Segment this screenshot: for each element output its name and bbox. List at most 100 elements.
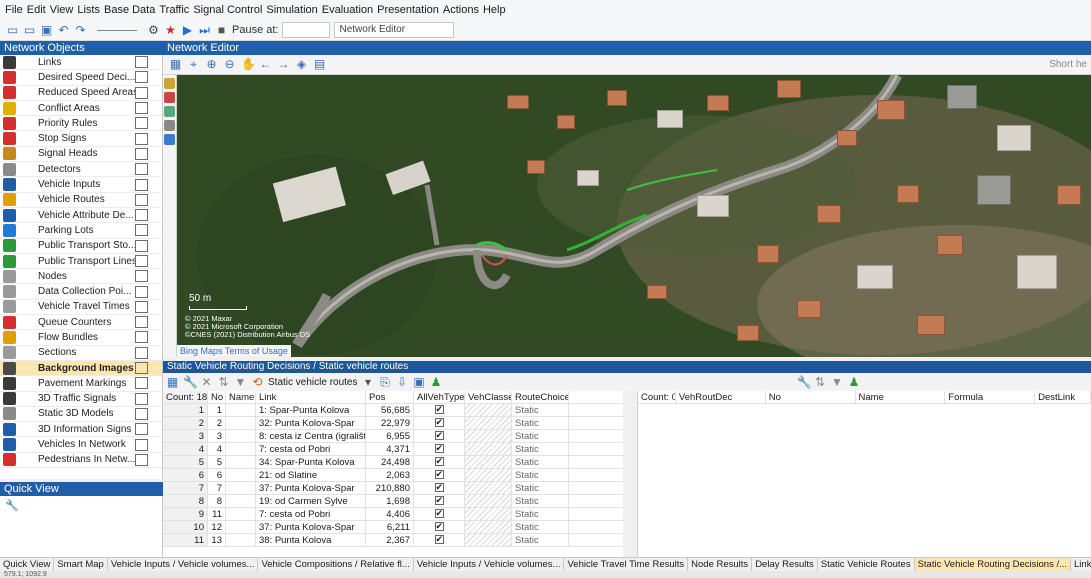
layer-color-swatch[interactable]	[135, 147, 148, 160]
column-header[interactable]: DestLink	[1035, 391, 1091, 403]
menu-item-evaluation[interactable]: Evaluation	[322, 4, 373, 16]
pause-at-input[interactable]	[282, 22, 331, 38]
table-row[interactable]: 44 7: cesta od Pobri4,371 Static	[163, 443, 623, 456]
table-cell[interactable]	[465, 430, 512, 442]
table-cell[interactable]: Static	[512, 443, 569, 455]
background-icon[interactable]: ▤	[313, 58, 326, 71]
all-veh-types-checkbox[interactable]	[414, 430, 465, 442]
back-icon[interactable]: ←	[259, 58, 272, 71]
table-cell[interactable]: 8	[208, 495, 226, 507]
table-cell[interactable]: 19: od Carmen Sylve	[256, 495, 366, 507]
table-row[interactable]: 77 37: Punta Kolova-Spar210,880 Static	[163, 482, 623, 495]
network-object-queue-counters[interactable]: Queue Counters	[0, 315, 162, 331]
checkbox-icon[interactable]	[434, 495, 444, 507]
settings-icon[interactable]: ⚙	[147, 23, 160, 37]
table-cell[interactable]: 7	[208, 482, 226, 494]
wrench-icon[interactable]: 🔧	[183, 375, 198, 389]
sort-icon[interactable]: ⇅	[217, 375, 230, 389]
table-cell[interactable]: 1	[163, 404, 208, 416]
table-cell[interactable]: Static	[512, 456, 569, 468]
network-object-flow-bundles[interactable]: Flow Bundles	[0, 330, 162, 346]
table-cell[interactable]	[226, 404, 256, 416]
3d-view-icon[interactable]: ◈	[295, 58, 308, 71]
table-row[interactable]: 66 21: od Slatine2,063 Static	[163, 469, 623, 482]
table-cell[interactable]: 32: Punta Kolova-Spar	[256, 417, 366, 429]
table-cell[interactable]: 9	[163, 508, 208, 520]
table-cell[interactable]	[465, 521, 512, 533]
table-cell[interactable]: 13	[208, 534, 226, 546]
network-object-vehicle-inputs[interactable]: Vehicle Inputs	[0, 177, 162, 193]
table-cell[interactable]: 6	[208, 469, 226, 481]
network-object-pavement-markings[interactable]: Pavement Markings	[0, 376, 162, 392]
table-cell[interactable]: 37: Punta Kolova-Spar	[256, 482, 366, 494]
table-cell[interactable]: 12	[208, 521, 226, 533]
network-object-vehicles-in-network[interactable]: Vehicles In Network	[0, 437, 162, 453]
network-object-parking-lots[interactable]: Parking Lots	[0, 223, 162, 239]
menu-item-presentation[interactable]: Presentation	[377, 4, 439, 16]
table-cell[interactable]	[465, 456, 512, 468]
tab-smart-map[interactable]: Smart Map	[54, 558, 108, 571]
table-cell[interactable]: 37: Punta Kolova-Spar	[256, 521, 366, 533]
measure-icon[interactable]	[164, 120, 175, 131]
column-header[interactable]: Link	[256, 391, 366, 403]
table-cell[interactable]	[226, 430, 256, 442]
undo-icon[interactable]: ↶	[57, 23, 70, 37]
layer-color-swatch[interactable]	[135, 102, 148, 115]
layer-color-swatch[interactable]	[135, 224, 148, 237]
menu-item-file[interactable]: File	[5, 4, 23, 16]
table-cell[interactable]	[226, 469, 256, 481]
column-header[interactable]: Name	[226, 391, 256, 403]
table-cell[interactable]: Static	[512, 508, 569, 520]
layer-color-swatch[interactable]	[135, 300, 148, 313]
table-cell[interactable]	[226, 508, 256, 520]
all-veh-types-checkbox[interactable]	[414, 456, 465, 468]
filter-icon[interactable]: ▼	[234, 375, 247, 389]
layer-color-swatch[interactable]	[135, 56, 148, 69]
table-cell[interactable]: 6	[163, 469, 208, 481]
menu-item-help[interactable]: Help	[483, 4, 506, 16]
table-cell[interactable]	[465, 495, 512, 507]
draw-area-icon[interactable]	[164, 106, 175, 117]
checkbox-icon[interactable]	[434, 521, 444, 533]
checkbox-icon[interactable]	[434, 404, 444, 416]
network-object-vehicle-routes[interactable]: Vehicle Routes	[0, 193, 162, 208]
network-object-links[interactable]: Links	[0, 55, 162, 71]
table-cell[interactable]: 11	[163, 534, 208, 546]
table-cell[interactable]: Static	[512, 404, 569, 416]
table-cell[interactable]: 21: od Slatine	[256, 469, 366, 481]
checkbox-icon[interactable]	[434, 534, 444, 546]
save-icon[interactable]: ▣	[413, 375, 426, 389]
network-object-reduced-speed-areas[interactable]: Reduced Speed Areas	[0, 86, 162, 101]
save-icon[interactable]: ▣	[40, 23, 53, 37]
zoom-out-icon[interactable]: ⊖	[223, 58, 236, 71]
table-cell[interactable]: 2,367	[366, 534, 414, 546]
tab-vehicle-compositions-relative-fl[interactable]: Vehicle Compositions / Relative fl...	[258, 558, 414, 571]
table-cell[interactable]: 7: cesta od Pobri	[256, 443, 366, 455]
redo-icon[interactable]: ↷	[74, 23, 87, 37]
table-cell[interactable]: 4	[163, 443, 208, 455]
table-cell[interactable]: 7	[163, 482, 208, 494]
table-cell[interactable]	[226, 495, 256, 507]
draw-link-icon[interactable]	[164, 78, 175, 89]
all-veh-types-checkbox[interactable]	[414, 521, 465, 533]
all-veh-types-checkbox[interactable]	[414, 534, 465, 546]
table-cell[interactable]	[465, 404, 512, 416]
sort-icon[interactable]: ⇅	[814, 375, 827, 389]
layer-color-swatch[interactable]	[135, 193, 148, 206]
all-veh-types-checkbox[interactable]	[414, 404, 465, 416]
network-object-public-transport-lines[interactable]: Public Transport Lines	[0, 254, 162, 270]
table-cell[interactable]: 1,698	[366, 495, 414, 507]
table-cell[interactable]: 4	[208, 443, 226, 455]
pan-icon[interactable]: ✋	[241, 58, 256, 71]
table-cell[interactable]: 3	[208, 430, 226, 442]
table-cell[interactable]: 1: Spar-Punta Kolova	[256, 404, 366, 416]
all-veh-types-checkbox[interactable]	[414, 495, 465, 507]
table-cell[interactable]: 56,685	[366, 404, 414, 416]
column-header[interactable]: Count: 18	[163, 391, 208, 403]
table-row[interactable]: 55 34: Spar-Punta Kolova24,498 Static	[163, 456, 623, 469]
all-veh-types-checkbox[interactable]	[414, 469, 465, 481]
column-header[interactable]: No	[208, 391, 226, 403]
column-header[interactable]: Pos	[366, 391, 414, 403]
column-header[interactable]: AllVehTypes	[414, 391, 465, 403]
column-header[interactable]: Name	[856, 391, 946, 403]
